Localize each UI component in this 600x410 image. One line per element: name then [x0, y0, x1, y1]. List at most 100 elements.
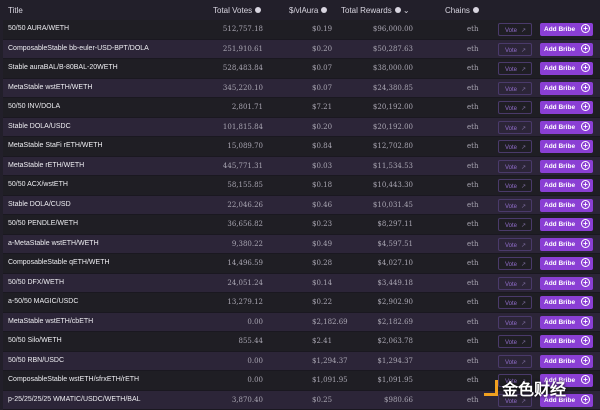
add-bribe-button[interactable]: Add Bribe+: [540, 179, 593, 192]
row-price: $0.07: [312, 64, 332, 72]
row-price: $0.20: [312, 45, 332, 53]
add-bribe-button[interactable]: Add Bribe+: [540, 160, 593, 173]
watermark-logo: 金色财经: [484, 376, 566, 400]
add-bribe-button[interactable]: Add Bribe+: [540, 257, 593, 270]
add-bribe-button[interactable]: Add Bribe+: [540, 296, 593, 309]
row-title: a-MetaStable wstETH/WETH: [8, 240, 99, 247]
row-rewards: $10,443.30: [373, 181, 413, 189]
row-price: $0.46: [312, 201, 332, 209]
row-title: MetaStable StaFi rETH/WETH: [8, 142, 103, 149]
vote-button[interactable]: Vote↗: [498, 121, 532, 134]
vote-button[interactable]: Vote↗: [498, 257, 532, 270]
table-row: MetaStable wstETH/cbETH 0.00 $2,182.69 $…: [3, 313, 600, 333]
row-title: Stable auraBAL/B-80BAL-20WETH: [8, 64, 118, 71]
vote-button[interactable]: Vote↗: [498, 316, 532, 329]
plus-circle-icon: +: [581, 297, 590, 306]
vote-button[interactable]: Vote↗: [498, 218, 532, 231]
table-row: a-MetaStable wstETH/WETH 9,380.22 $0.49 …: [3, 235, 600, 255]
col-total-votes[interactable]: Total Votes: [213, 6, 261, 15]
row-chain: eth: [467, 103, 478, 111]
row-chain: eth: [467, 337, 478, 345]
plus-circle-icon: +: [581, 258, 590, 267]
row-rewards: $4,597.51: [377, 240, 413, 248]
row-price: $7.21: [312, 103, 332, 111]
row-votes: 512,757.18: [223, 25, 263, 33]
vote-button[interactable]: Vote↗: [498, 43, 532, 56]
row-price: $0.18: [312, 181, 332, 189]
vote-button[interactable]: Vote↗: [498, 82, 532, 95]
row-chain: eth: [467, 64, 478, 72]
row-title: p-25/25/25/25 WMATIC/USDC/WETH/BAL: [8, 396, 141, 403]
add-bribe-button[interactable]: Add Bribe+: [540, 199, 593, 212]
row-votes: 24,051.24: [227, 279, 263, 287]
vote-button[interactable]: Vote↗: [498, 335, 532, 348]
add-bribe-button[interactable]: Add Bribe+: [540, 23, 593, 36]
row-chain: eth: [467, 376, 478, 384]
add-bribe-button[interactable]: Add Bribe+: [540, 238, 593, 251]
add-bribe-button[interactable]: Add Bribe+: [540, 277, 593, 290]
row-title: MetaStable wstETH/WETH: [8, 84, 92, 91]
row-rewards: $1,091.95: [377, 376, 413, 384]
row-votes: 0.00: [247, 318, 263, 326]
add-bribe-button[interactable]: Add Bribe+: [540, 121, 593, 134]
table-row: 50/50 ACX/wstETH 58,155.85 $0.18 $10,443…: [3, 176, 600, 196]
vote-button[interactable]: Vote↗: [498, 238, 532, 251]
row-chain: eth: [467, 123, 478, 131]
external-link-icon: ↗: [521, 184, 526, 190]
vote-button[interactable]: Vote↗: [498, 62, 532, 75]
external-link-icon: ↗: [521, 360, 526, 366]
add-bribe-button[interactable]: Add Bribe+: [540, 82, 593, 95]
add-bribe-button[interactable]: Add Bribe+: [540, 101, 593, 114]
row-price: $2.41: [312, 337, 332, 345]
row-votes: 445,771.31: [223, 162, 263, 170]
table-row: ComposableStable bb-euler-USD-BPT/DOLA 2…: [3, 40, 600, 60]
vote-button[interactable]: Vote↗: [498, 179, 532, 192]
plus-circle-icon: +: [581, 200, 590, 209]
plus-circle-icon: +: [581, 63, 590, 72]
add-bribe-button[interactable]: Add Bribe+: [540, 218, 593, 231]
vote-button[interactable]: Vote↗: [498, 199, 532, 212]
col-title: Title: [8, 6, 23, 15]
vote-button[interactable]: Vote↗: [498, 296, 532, 309]
row-rewards: $12,702.80: [373, 142, 413, 150]
row-chain: eth: [467, 220, 478, 228]
plus-circle-icon: +: [581, 336, 590, 345]
add-bribe-button[interactable]: Add Bribe+: [540, 140, 593, 153]
add-bribe-button[interactable]: Add Bribe+: [540, 62, 593, 75]
row-votes: 22,046.26: [227, 201, 263, 209]
col-chains: Chains: [445, 6, 479, 15]
row-votes: 13,279.12: [227, 298, 263, 306]
col-price[interactable]: $/vlAura: [289, 6, 327, 15]
row-title: 50/50 AURA/WETH: [8, 25, 69, 32]
add-bribe-button[interactable]: Add Bribe+: [540, 335, 593, 348]
vote-button[interactable]: Vote↗: [498, 277, 532, 290]
row-rewards: $4,027.10: [377, 259, 413, 267]
row-chain: eth: [467, 142, 478, 150]
row-votes: 345,220.10: [223, 84, 263, 92]
vote-button[interactable]: Vote↗: [498, 101, 532, 114]
plus-circle-icon: +: [581, 161, 590, 170]
row-rewards: $3,449.18: [377, 279, 413, 287]
row-rewards: $10,031.45: [373, 201, 413, 209]
add-bribe-button[interactable]: Add Bribe+: [540, 355, 593, 368]
row-rewards: $24,380.85: [373, 84, 413, 92]
plus-circle-icon: +: [581, 317, 590, 326]
table-row: Stable DOLA/CUSD 22,046.26 $0.46 $10,031…: [3, 196, 600, 216]
row-title: ComposableStable bb-euler-USD-BPT/DOLA: [8, 45, 149, 52]
plus-circle-icon: +: [581, 24, 590, 33]
col-total-rewards[interactable]: Total Rewards ⌄: [341, 6, 410, 15]
table-header: Title Total Votes $/vlAura Total Rewards…: [0, 0, 600, 20]
vote-button[interactable]: Vote↗: [498, 160, 532, 173]
row-price: $0.49: [312, 240, 332, 248]
add-bribe-button[interactable]: Add Bribe+: [540, 43, 593, 56]
plus-circle-icon: +: [581, 239, 590, 248]
add-bribe-button[interactable]: Add Bribe+: [540, 316, 593, 329]
external-link-icon: ↗: [521, 87, 526, 93]
row-rewards: $20,192.00: [373, 123, 413, 131]
row-price: $0.19: [312, 25, 332, 33]
vote-button[interactable]: Vote↗: [498, 355, 532, 368]
vote-button[interactable]: Vote↗: [498, 140, 532, 153]
row-price: $0.03: [312, 162, 332, 170]
vote-button[interactable]: Vote↗: [498, 23, 532, 36]
row-title: 50/50 RBN/USDC: [8, 357, 64, 364]
